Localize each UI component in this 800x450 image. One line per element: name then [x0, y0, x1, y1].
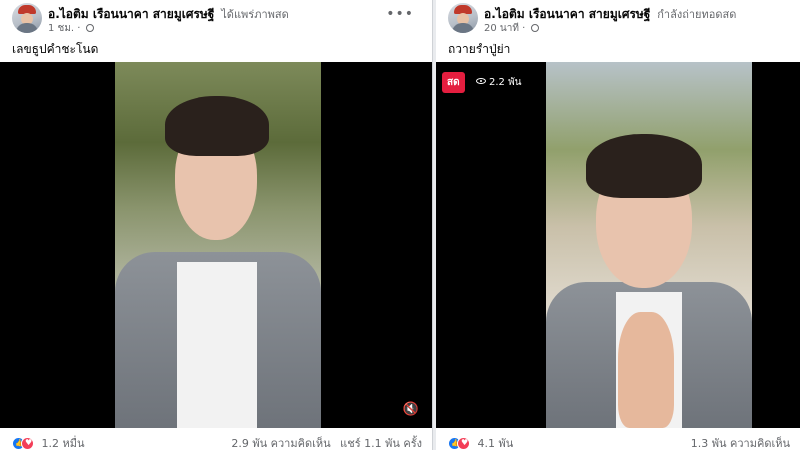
comment-count[interactable]: 2.9 พัน ความคิดเห็น: [231, 437, 330, 450]
globe-icon: [530, 24, 539, 32]
post-header: อ.ไอติม เรือนนาคา สายมูเศรษฐี ได้แพร่ภาพ…: [0, 0, 432, 36]
share-count[interactable]: แชร์ 1.1 พัน ครั้ง: [340, 437, 422, 450]
author-name[interactable]: อ.ไอติม เรือนนาคา สายมูเศรษฐี: [48, 7, 214, 21]
post-footer: 1.2 หมื่น 2.9 พัน ความคิดเห็น แชร์ 1.1 พ…: [0, 432, 432, 450]
comment-count[interactable]: 1.3 พัน ความคิดเห็น: [691, 437, 790, 450]
post-meta: 1 ชม. ·: [48, 21, 94, 36]
engagement-stats: 2.9 พัน ความคิดเห็น แชร์ 1.1 พัน ครั้ง: [225, 434, 422, 450]
love-reaction-icon: [21, 437, 34, 450]
author-name[interactable]: อ.ไอติม เรือนนาคา สายมูเศรษฐี: [484, 7, 650, 21]
avatar-shirt: [16, 23, 38, 33]
post-time[interactable]: 1 ชม.: [48, 23, 74, 34]
engagement-stats: 1.3 พัน ความคิดเห็น: [685, 434, 790, 450]
eye-icon: [476, 78, 486, 84]
live-badge: สด: [442, 72, 465, 93]
post-time[interactable]: 20 นาที: [484, 23, 519, 34]
reactions-summary[interactable]: 4.1 พัน: [448, 434, 513, 450]
reactions-summary[interactable]: 1.2 หมื่น: [12, 434, 85, 450]
avatar[interactable]: [12, 3, 42, 33]
post-caption: ถวายรำปู่ย่า: [448, 42, 511, 56]
video-player[interactable]: 🔇: [0, 62, 432, 428]
dot-separator: ·: [522, 23, 526, 34]
reaction-count: 1.2 หมื่น: [41, 437, 85, 450]
avatar-shirt: [452, 23, 474, 33]
love-reaction-icon: [457, 437, 470, 450]
post-caption: เลขธูปคำชะโนด: [12, 42, 99, 56]
post-header: อ.ไอติม เรือนนาคา สายมูเศรษฐี กำลังถ่ายท…: [436, 0, 800, 36]
avatar[interactable]: [448, 3, 478, 33]
post-footer: 4.1 พัน 1.3 พัน ความคิดเห็น: [436, 432, 800, 450]
person-figure: [115, 62, 321, 428]
post-action-text: ได้แพร่ภาพสด: [221, 8, 289, 21]
person-figure: [546, 62, 752, 428]
post-meta: 20 นาที ·: [484, 21, 539, 36]
video-frame: [115, 62, 321, 428]
post-action-text: กำลังถ่ายทอดสด: [657, 8, 737, 21]
live-video-player[interactable]: สด 2.2 พัน: [436, 62, 800, 428]
more-options-button[interactable]: •••: [386, 6, 414, 22]
reaction-count: 4.1 พัน: [477, 437, 514, 450]
viewer-count-text: 2.2 พัน: [489, 77, 522, 88]
video-frame: [546, 62, 752, 428]
dot-separator: ·: [77, 23, 81, 34]
post-card-2: อ.ไอติม เรือนนาคา สายมูเศรษฐี กำลังถ่ายท…: [436, 0, 800, 450]
viewer-count: 2.2 พัน: [472, 72, 526, 93]
mute-icon[interactable]: 🔇: [402, 402, 420, 418]
post-card-1: อ.ไอติม เรือนนาคา สายมูเศรษฐี ได้แพร่ภาพ…: [0, 0, 433, 450]
globe-icon: [85, 24, 94, 32]
